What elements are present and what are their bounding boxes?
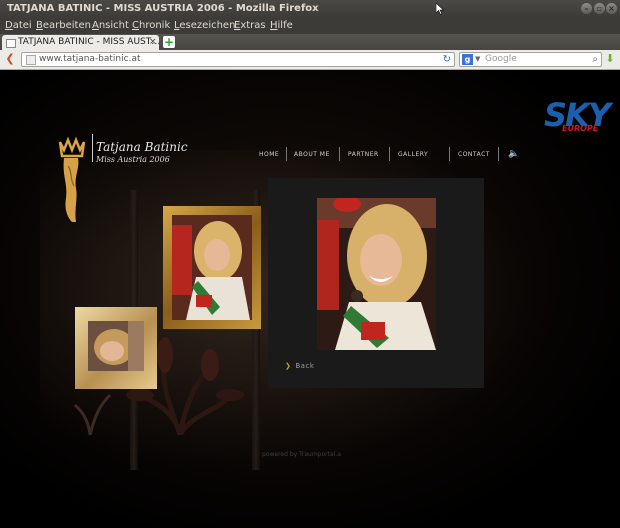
nav-separator: [389, 147, 390, 161]
magnifier-icon[interactable]: ⌕: [592, 53, 598, 66]
search-engine-icon[interactable]: g: [462, 54, 473, 65]
window-title: TATJANA BATINIC - MISS AUSTRIA 2006 - Mo…: [7, 3, 319, 14]
menu-chronik[interactable]: Chronik: [132, 18, 170, 34]
chevron-down-icon[interactable]: ▼: [475, 53, 480, 66]
crown-logo-icon: [58, 136, 86, 222]
mouse-cursor-icon: [436, 3, 444, 15]
gallery-photo[interactable]: [317, 198, 436, 350]
site-identity-icon[interactable]: [26, 55, 36, 65]
site-name: Tatjana Batinic: [96, 140, 188, 154]
sponsor-logo[interactable]: SKY EUROPE: [544, 98, 611, 134]
page-favicon-icon: [6, 39, 16, 48]
close-window-button[interactable]: ×: [606, 3, 617, 14]
nav-about-me[interactable]: ABOUT ME: [294, 151, 330, 158]
window-titlebar: TATJANA BATINIC - MISS AUSTRIA 2006 - Mo…: [0, 0, 620, 18]
framed-photo-large[interactable]: [163, 206, 261, 329]
back-arrow-icon[interactable]: ❮: [3, 52, 17, 66]
menu-bearbeiten[interactable]: Bearbeiten: [36, 18, 91, 34]
back-arrow-small-icon: ❯: [285, 362, 292, 370]
site-subtitle: Miss Austria 2006: [96, 155, 170, 164]
menu-extras[interactable]: Extras: [234, 18, 266, 34]
navigation-bar: ❮ www.tatjana-batinic.at ↻ g ▼ Google ⌕ …: [0, 50, 620, 70]
nav-separator: [498, 147, 499, 161]
menu-datei[interactable]: Datei: [5, 18, 32, 34]
maximize-button[interactable]: ▫: [594, 3, 605, 14]
tab-bar: TATJANA BATINIC - MISS AUST… × +: [0, 34, 620, 50]
tab-label: TATJANA BATINIC - MISS AUST…: [18, 37, 161, 47]
back-link[interactable]: ❯ Back: [285, 362, 314, 370]
search-input[interactable]: Google: [485, 53, 517, 66]
sponsor-logo-sub: EUROPE: [562, 124, 599, 133]
nav-contact[interactable]: CONTACT: [458, 151, 490, 158]
nav-gallery[interactable]: GALLERY: [398, 151, 428, 158]
url-bar[interactable]: www.tatjana-batinic.at ↻: [21, 52, 455, 67]
minimize-button[interactable]: –: [581, 3, 592, 14]
nav-partner[interactable]: PARTNER: [348, 151, 379, 158]
powered-by-footer[interactable]: powered by Traumportal.a: [262, 451, 341, 458]
menu-ansicht[interactable]: Ansicht: [92, 18, 129, 34]
browser-tab[interactable]: TATJANA BATINIC - MISS AUST… ×: [2, 35, 161, 50]
nav-home[interactable]: HOME: [259, 151, 279, 158]
page-viewport: SKY EUROPE Tatjana Batinic Miss Austria …: [0, 70, 620, 528]
back-link-label: Back: [295, 362, 315, 370]
reload-icon[interactable]: ↻: [443, 53, 451, 66]
framed-photo-image: [172, 215, 252, 320]
menu-hilfe[interactable]: Hilfe: [270, 18, 293, 34]
nav-separator: [339, 147, 340, 161]
nav-separator: [449, 147, 450, 161]
plant-decoration: [73, 337, 244, 435]
tab-close-icon[interactable]: ×: [149, 35, 157, 50]
download-icon[interactable]: ⬇: [604, 52, 616, 66]
menu-lesezeichen[interactable]: Lesezeichen: [174, 18, 235, 34]
search-box[interactable]: g ▼ Google ⌕: [459, 52, 602, 67]
new-tab-button[interactable]: +: [163, 36, 175, 48]
speaker-icon[interactable]: 🔈: [508, 150, 519, 159]
menu-bar: Datei Bearbeiten Ansicht Chronik Lesezei…: [0, 18, 620, 34]
logo-divider: [92, 134, 93, 162]
nav-separator: [286, 147, 287, 161]
url-text[interactable]: www.tatjana-batinic.at: [39, 53, 141, 66]
